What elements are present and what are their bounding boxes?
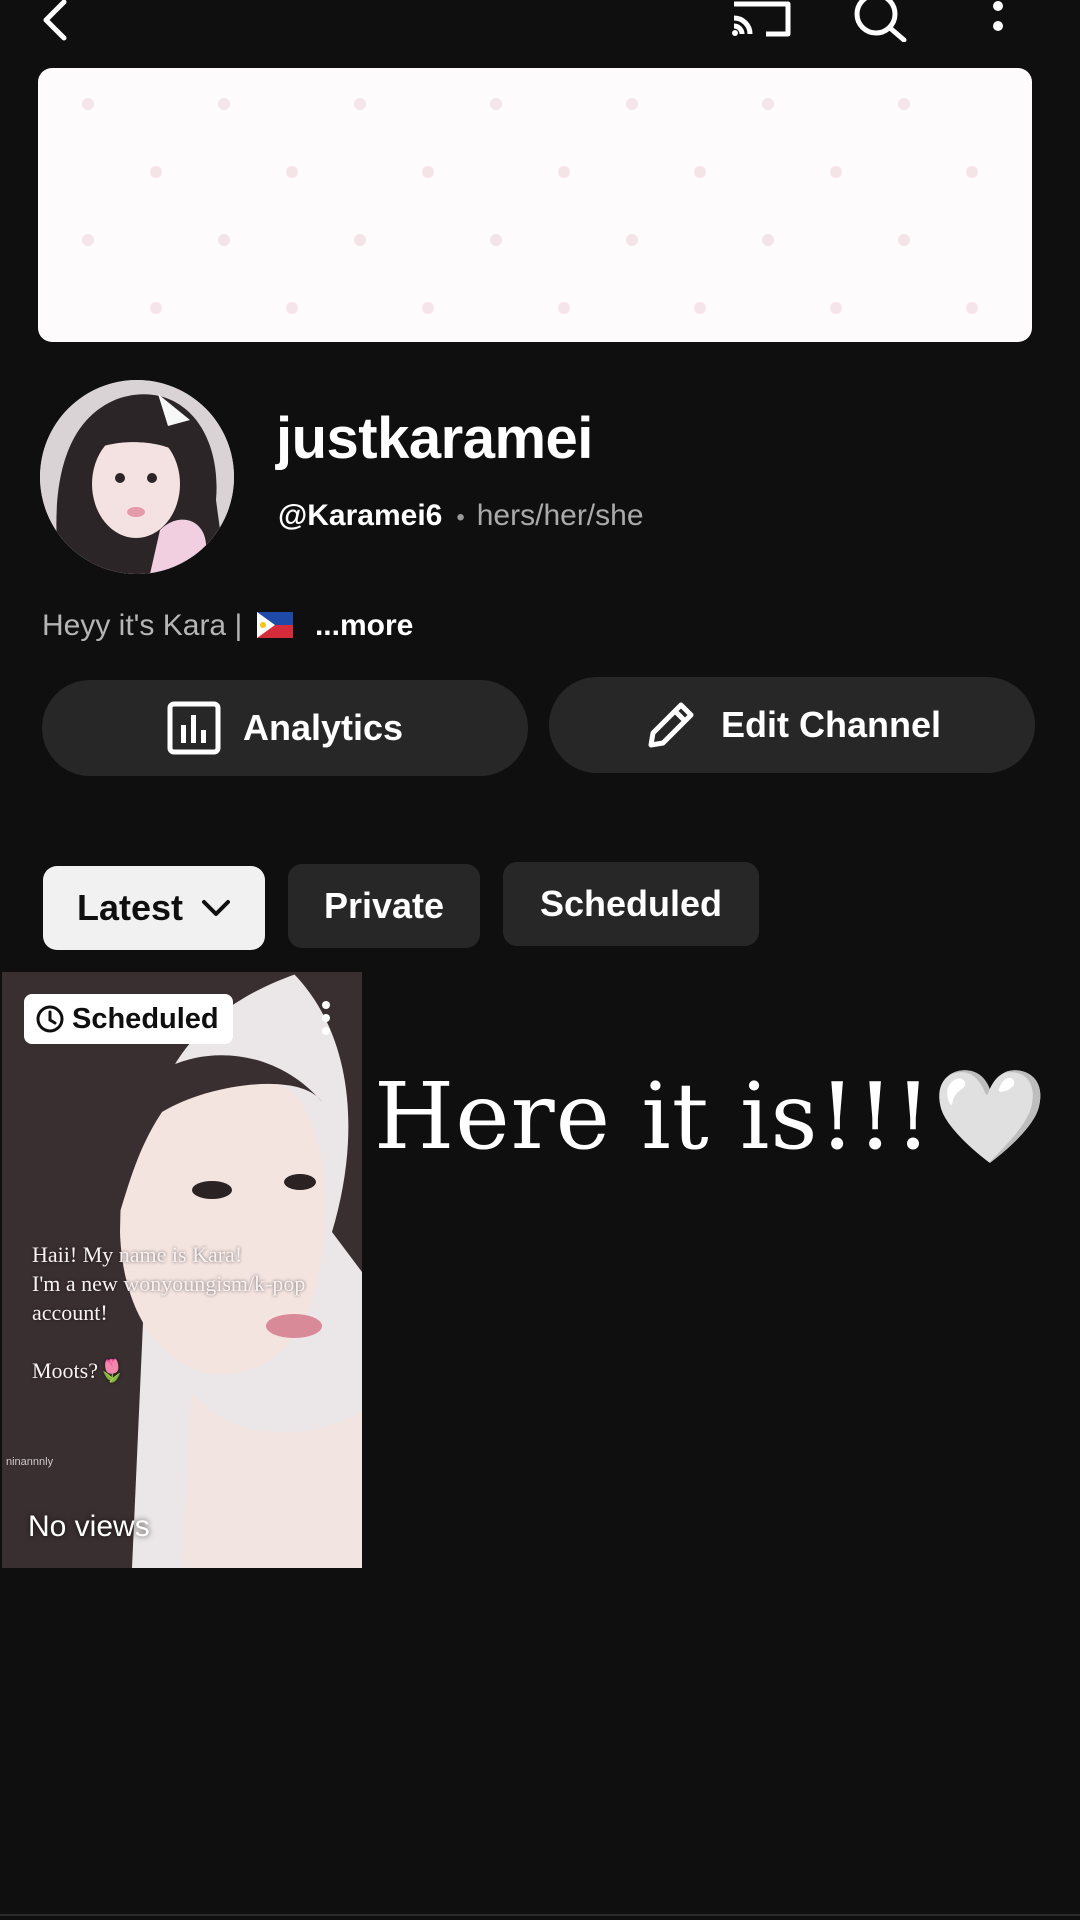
clock-icon [36, 1005, 64, 1033]
edit-channel-label: Edit Channel [720, 704, 941, 745]
video-views: No views [28, 1510, 150, 1543]
more-vert-icon[interactable] [988, 0, 1008, 36]
video-caption-line-1: Haii! My name is Kara! [32, 1242, 243, 1267]
video-watermark: ninannnly [6, 1456, 54, 1468]
avatar-portrait-image [40, 380, 234, 574]
top-app-bar [0, 0, 1080, 50]
bottom-divider [0, 1914, 1080, 1916]
video-more-icon[interactable] [320, 1000, 332, 1036]
back-arrow-icon[interactable] [34, 0, 74, 42]
filter-chip-latest[interactable]: Latest [43, 866, 265, 950]
search-icon[interactable] [850, 0, 910, 42]
channel-handle: @Karamei6 [278, 499, 443, 532]
channel-pronouns: hers/her/she [476, 499, 644, 532]
video-caption-line-2: I'm a new wonyoungism/k-pop account! [32, 1271, 306, 1325]
channel-name: justkaramei [276, 406, 593, 471]
channel-bio[interactable]: Heyy it's Kara | ...more [42, 606, 413, 646]
philippines-flag-icon [256, 612, 293, 638]
filter-chip-private-label: Private [323, 885, 445, 926]
pencil-icon [648, 702, 694, 748]
filter-chip-scheduled[interactable]: Scheduled [503, 862, 759, 946]
channel-handle-row: @Karamei6 • hers/her/she [278, 496, 644, 538]
overlay-caption: Here it is!!!🤍 [374, 1063, 1049, 1170]
filter-chip-scheduled-label: Scheduled [539, 883, 723, 924]
scheduled-badge-label: Scheduled [72, 1002, 219, 1035]
scheduled-badge: Scheduled [24, 994, 233, 1044]
cast-icon[interactable] [730, 0, 796, 38]
analytics-icon [167, 701, 221, 755]
edit-channel-button[interactable]: Edit Channel [549, 677, 1035, 773]
separator-dot: • [456, 504, 465, 531]
analytics-button[interactable]: Analytics [42, 680, 528, 776]
video-card[interactable]: Scheduled Haii! My name is Kara! I'm a ne… [2, 972, 362, 1568]
chevron-down-icon [202, 900, 231, 916]
video-caption-line-3: Moots?🌷 [32, 1358, 126, 1383]
banner-heart-pattern [82, 98, 978, 314]
channel-banner [38, 68, 1032, 342]
channel-avatar[interactable] [40, 380, 234, 574]
bio-more-link[interactable]: ...more [315, 609, 413, 642]
video-caption-text: Haii! My name is Kara! I'm a new wonyoung… [32, 1240, 352, 1414]
analytics-label: Analytics [242, 707, 404, 748]
bio-text: Heyy it's Kara | [42, 609, 243, 642]
filter-chip-private[interactable]: Private [288, 864, 480, 948]
filter-chip-latest-label: Latest [76, 887, 184, 928]
